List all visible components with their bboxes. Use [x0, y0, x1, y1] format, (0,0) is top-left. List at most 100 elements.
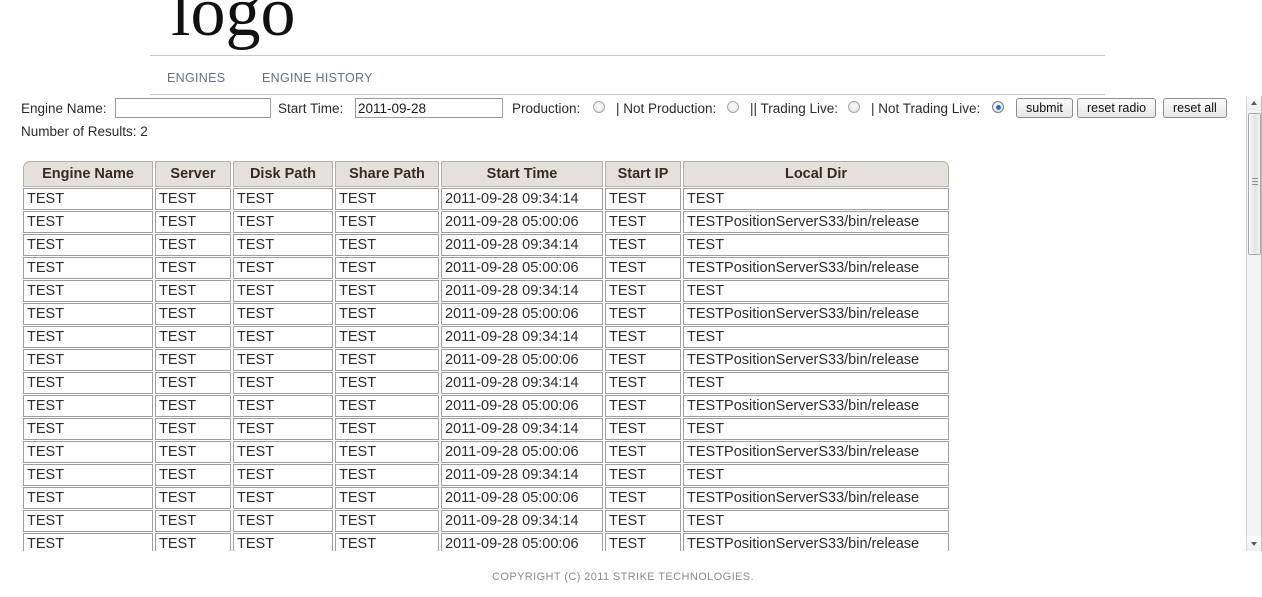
cell-disk-path: TEST — [233, 349, 333, 371]
cell-start-ip: TEST — [605, 349, 681, 371]
cell-disk-path: TEST — [233, 464, 333, 486]
table-row[interactable]: TEST TEST TEST TEST 2011-09-28 09:34:14 TEST T… — [23, 326, 949, 348]
cell-share-path: TEST — [335, 188, 439, 210]
column-header-disk-path[interactable]: Disk Path — [233, 161, 333, 187]
cell-disk-path: TEST — [233, 234, 333, 256]
table-row[interactable]: TEST TEST TEST TEST 2011-09-28 09:34:14 TEST T… — [23, 464, 949, 486]
column-header-share-path[interactable]: Share Path — [335, 161, 439, 187]
cell-start-time: 2011-09-28 09:34:14 — [441, 188, 603, 210]
column-header-start-ip[interactable]: Start IP — [605, 161, 681, 187]
cell-disk-path: TEST — [233, 188, 333, 210]
cell-engine-name: TEST — [23, 188, 153, 210]
table-row[interactable]: TEST TEST TEST TEST 2011-09-28 05:00:06 TEST T… — [23, 441, 949, 463]
cell-engine-name: TEST — [23, 487, 153, 509]
cell-local-dir: TESTPositionServerS33/bin/release — [683, 395, 949, 417]
table-row[interactable]: TEST TEST TEST TEST 2011-09-28 09:34:14 TEST T… — [23, 510, 949, 532]
table-row[interactable]: TEST TEST TEST TEST 2011-09-28 05:00:06 TEST T… — [23, 395, 949, 417]
table-row[interactable]: TEST TEST TEST TEST 2011-09-28 05:00:06 TEST T… — [23, 487, 949, 509]
reset-all-button[interactable]: reset all — [1163, 98, 1227, 118]
cell-start-ip: TEST — [605, 188, 681, 210]
not-production-label: | Not Production: — [616, 101, 717, 116]
column-header-local-dir[interactable]: Local Dir — [683, 161, 949, 187]
cell-engine-name: TEST — [23, 280, 153, 302]
radio-trading-live[interactable] — [848, 101, 860, 113]
cell-start-time: 2011-09-28 05:00:06 — [441, 533, 603, 551]
radio-production[interactable] — [593, 101, 605, 113]
cell-server: TEST — [155, 372, 231, 394]
cell-disk-path: TEST — [233, 395, 333, 417]
table-row[interactable]: TEST TEST TEST TEST 2011-09-28 05:00:06 TEST T… — [23, 211, 949, 233]
cell-start-ip: TEST — [605, 487, 681, 509]
cell-server: TEST — [155, 441, 231, 463]
header-divider — [150, 55, 1105, 56]
cell-start-ip: TEST — [605, 326, 681, 348]
cell-start-time: 2011-09-28 09:34:14 — [441, 372, 603, 394]
cell-local-dir: TESTPositionServerS33/bin/release — [683, 441, 949, 463]
cell-start-time: 2011-09-28 05:00:06 — [441, 487, 603, 509]
cell-server: TEST — [155, 211, 231, 233]
cell-start-ip: TEST — [605, 257, 681, 279]
cell-start-time: 2011-09-28 09:34:14 — [441, 280, 603, 302]
table-row[interactable]: TEST TEST TEST TEST 2011-09-28 09:34:14 TEST T… — [23, 280, 949, 302]
reset-radio-button[interactable]: reset radio — [1077, 98, 1157, 118]
cell-engine-name: TEST — [23, 441, 153, 463]
cell-disk-path: TEST — [233, 211, 333, 233]
cell-engine-name: TEST — [23, 303, 153, 325]
cell-server: TEST — [155, 418, 231, 440]
cell-start-ip: TEST — [605, 395, 681, 417]
cell-start-time: 2011-09-28 05:00:06 — [441, 441, 603, 463]
column-header-server[interactable]: Server — [155, 161, 231, 187]
cell-share-path: TEST — [335, 257, 439, 279]
table-row[interactable]: TEST TEST TEST TEST 2011-09-28 09:34:14 TEST T… — [23, 234, 949, 256]
start-time-input[interactable] — [355, 98, 503, 118]
cell-start-time: 2011-09-28 09:34:14 — [441, 464, 603, 486]
radio-not-trading-live[interactable] — [992, 101, 1004, 113]
table-row[interactable]: TEST TEST TEST TEST 2011-09-28 05:00:06 TEST T… — [23, 533, 949, 551]
table-row[interactable]: TEST TEST TEST TEST 2011-09-28 09:34:14 TEST T… — [23, 188, 949, 210]
cell-share-path: TEST — [335, 441, 439, 463]
cell-disk-path: TEST — [233, 257, 333, 279]
scroll-down-arrow[interactable] — [1247, 536, 1262, 551]
cell-start-time: 2011-09-28 09:34:14 — [441, 418, 603, 440]
engine-name-label: Engine Name: — [21, 101, 107, 116]
table-row[interactable]: TEST TEST TEST TEST 2011-09-28 09:34:14 TEST T… — [23, 418, 949, 440]
nav-engines[interactable]: ENGINES — [167, 71, 225, 85]
cell-local-dir: TESTPositionServerS33/bin/release — [683, 487, 949, 509]
radio-not-production[interactable] — [727, 101, 739, 113]
cell-server: TEST — [155, 487, 231, 509]
column-header-start-time[interactable]: Start Time — [441, 161, 603, 187]
scroll-up-arrow[interactable] — [1247, 96, 1262, 111]
cell-local-dir: TEST — [683, 510, 949, 532]
start-time-label: Start Time: — [278, 101, 344, 116]
vertical-scrollbar[interactable] — [1246, 96, 1262, 551]
cell-share-path: TEST — [335, 533, 439, 551]
cell-server: TEST — [155, 533, 231, 551]
scrollbar-thumb[interactable] — [1248, 113, 1261, 255]
table-row[interactable]: TEST TEST TEST TEST 2011-09-28 05:00:06 TEST T… — [23, 303, 949, 325]
column-header-engine-name[interactable]: Engine Name — [23, 161, 153, 187]
cell-start-time: 2011-09-28 09:34:14 — [441, 510, 603, 532]
submit-button[interactable]: submit — [1016, 98, 1073, 118]
cell-share-path: TEST — [335, 326, 439, 348]
cell-engine-name: TEST — [23, 510, 153, 532]
not-trading-live-label: | Not Trading Live: — [871, 101, 981, 116]
engine-name-input[interactable] — [115, 98, 271, 118]
cell-server: TEST — [155, 234, 231, 256]
cell-start-time: 2011-09-28 09:34:14 — [441, 234, 603, 256]
results-count: Number of Results: 2 — [21, 124, 148, 139]
cell-disk-path: TEST — [233, 418, 333, 440]
cell-start-ip: TEST — [605, 303, 681, 325]
engines-table-container: Engine Name Server Disk Path Share Path … — [21, 160, 951, 551]
cell-engine-name: TEST — [23, 395, 153, 417]
cell-local-dir: TESTPositionServerS33/bin/release — [683, 303, 949, 325]
cell-local-dir: TEST — [683, 418, 949, 440]
cell-disk-path: TEST — [233, 280, 333, 302]
copyright-text: COPYRIGHT (C) 2011 STRIKE TECHNOLOGIES. — [492, 571, 754, 583]
table-row[interactable]: TEST TEST TEST TEST 2011-09-28 05:00:06 TEST T… — [23, 257, 949, 279]
cell-local-dir: TEST — [683, 326, 949, 348]
cell-server: TEST — [155, 326, 231, 348]
nav-engine-history[interactable]: ENGINE HISTORY — [262, 71, 373, 85]
table-row[interactable]: TEST TEST TEST TEST 2011-09-28 09:34:14 TEST T… — [23, 372, 949, 394]
cell-engine-name: TEST — [23, 418, 153, 440]
table-row[interactable]: TEST TEST TEST TEST 2011-09-28 05:00:06 TEST T… — [23, 349, 949, 371]
